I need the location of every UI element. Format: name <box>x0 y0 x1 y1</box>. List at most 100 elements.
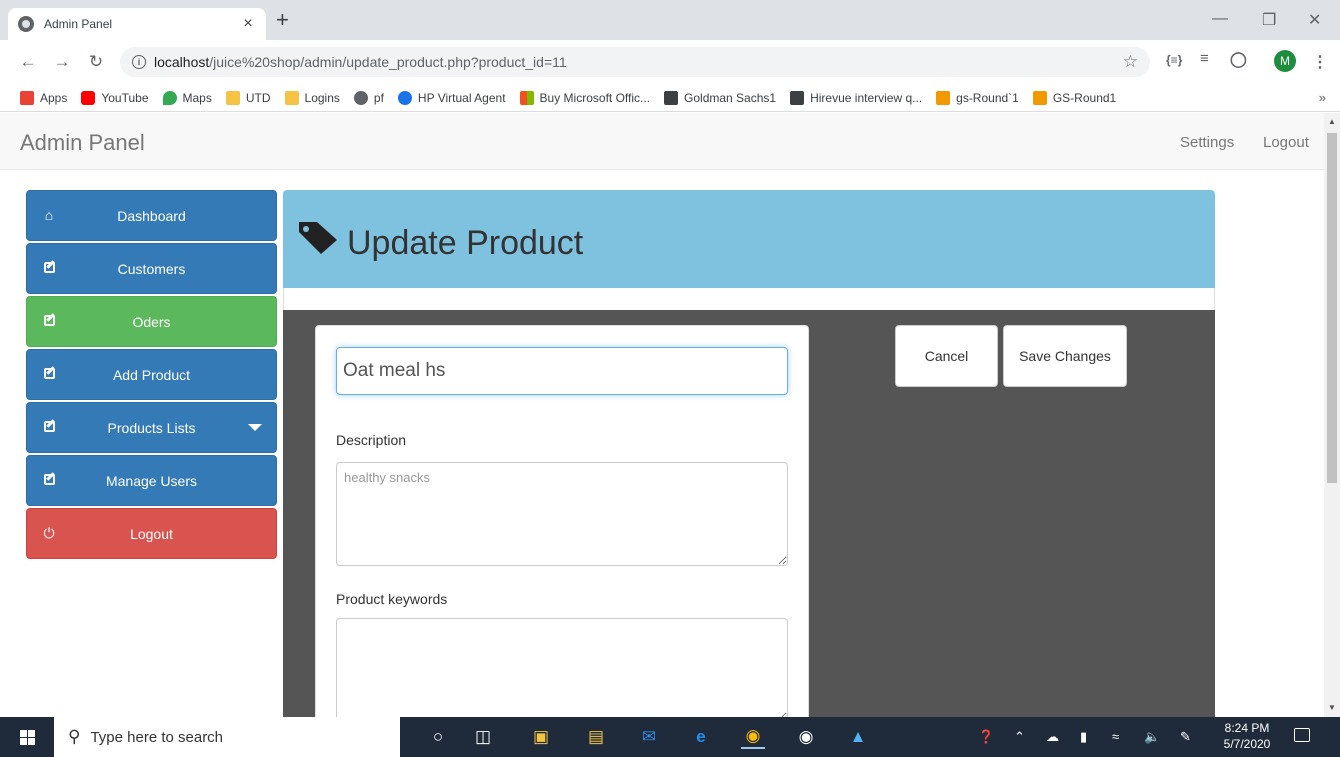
folder-icon <box>225 90 240 105</box>
gs-icon <box>936 90 951 105</box>
forward-arrow-icon[interactable]: → <box>52 52 72 72</box>
window-close-icon[interactable]: ✕ <box>1308 10 1321 30</box>
sidebar-item-dashboard[interactable]: ⌂ Dashboard <box>26 190 277 241</box>
sidebar-item-add-product[interactable]: Add Product <box>26 349 277 400</box>
sidebar-item-customers[interactable]: Customers <box>26 243 277 294</box>
bookmark-goldman-sachs[interactable]: Goldman Sachs1 <box>664 90 776 105</box>
globe-icon <box>18 16 34 32</box>
description-label: Description <box>336 432 407 448</box>
profile-avatar[interactable]: M <box>1274 50 1296 72</box>
app-circle-icon[interactable]: ◉ <box>794 725 818 749</box>
chevron-up-icon[interactable]: ⌃ <box>1014 729 1025 745</box>
caret-down-icon <box>248 424 262 431</box>
nav-settings-link[interactable]: Settings <box>1180 134 1234 151</box>
extension-translate-icon[interactable]: ≡ <box>1200 50 1209 67</box>
bookmark-maps[interactable]: Maps <box>162 90 212 105</box>
hp-agent-icon <box>397 90 412 105</box>
sidebar-item-products-lists[interactable]: Products Lists <box>26 402 277 453</box>
battery-icon[interactable]: ▮ <box>1080 729 1087 745</box>
bookmarks-more-icon[interactable]: » <box>1319 90 1326 105</box>
taskbar-search-placeholder: Type here to search <box>90 728 224 746</box>
description-textarea[interactable] <box>336 462 788 566</box>
pen-icon[interactable]: ✎ <box>1180 729 1191 745</box>
restore-icon[interactable]: ❐ <box>1262 10 1276 30</box>
home-icon: ⌂ <box>44 207 54 223</box>
browser-tabstrip: Admin Panel × + — ❐ ✕ <box>0 0 1340 40</box>
panel-divider <box>283 288 1215 310</box>
browser-menu-icon[interactable]: ⋮ <box>1312 52 1328 72</box>
panel-heading: Update Product <box>283 190 1215 288</box>
tab-close-icon[interactable]: × <box>240 15 256 33</box>
new-tab-button[interactable]: + <box>276 9 289 31</box>
bookmark-star-icon[interactable]: ☆ <box>1123 52 1138 72</box>
browser-toolbar: ← → ↻ i localhost/juice%20shop/admin/upd… <box>0 40 1340 84</box>
microsoft-icon <box>519 90 534 105</box>
globe-icon <box>353 90 368 105</box>
url-host: localhost <box>154 54 210 70</box>
notification-icon[interactable] <box>1294 728 1310 742</box>
keywords-label: Product keywords <box>336 591 448 607</box>
info-icon[interactable]: i <box>132 55 146 69</box>
scroll-up-icon[interactable]: ▲ <box>1328 117 1336 126</box>
panel-body: Description Product keywords Cancel Save… <box>283 310 1215 717</box>
url-path: /juice%20shop/admin/update_product.php?p… <box>209 54 567 70</box>
bookmark-pf[interactable]: pf <box>353 90 384 105</box>
bookmark-logins[interactable]: Logins <box>284 90 340 105</box>
page-scrollbar[interactable]: ▲ ▼ <box>1324 113 1340 717</box>
photos-icon[interactable]: ▲ <box>846 725 870 749</box>
sidebar-item-label: Customers <box>117 260 186 277</box>
scroll-down-icon[interactable]: ▼ <box>1328 703 1336 712</box>
edit-icon <box>41 313 57 329</box>
bookmark-utd[interactable]: UTD <box>225 90 271 105</box>
clock-time: 8:24 PM <box>1224 721 1270 735</box>
bookmark-youtube[interactable]: YouTube <box>81 90 149 105</box>
wifi-icon[interactable]: ≈ <box>1112 729 1119 744</box>
gs-icon <box>1032 90 1047 105</box>
mail-icon[interactable]: ✉ <box>637 725 661 749</box>
chrome-icon[interactable]: ◉ <box>741 725 765 749</box>
start-button[interactable] <box>0 717 54 757</box>
sidebar-item-orders[interactable]: Oders <box>26 296 277 347</box>
browser-tab[interactable]: Admin Panel × <box>8 8 266 40</box>
efc-icon <box>664 90 679 105</box>
apps-grid-icon <box>20 90 34 105</box>
bookmark-hirevue[interactable]: Hirevue interview q... <box>790 90 922 105</box>
taskbar-search-box[interactable]: ⚲ Type here to search <box>54 717 400 757</box>
extension-circle-icon[interactable]: ◯ <box>1230 50 1247 68</box>
save-changes-button[interactable]: Save Changes <box>1003 325 1127 387</box>
product-name-input[interactable] <box>336 347 788 395</box>
cortana-icon[interactable]: ○ <box>426 725 450 749</box>
address-bar[interactable]: i localhost/juice%20shop/admin/update_pr… <box>120 47 1150 77</box>
keywords-textarea[interactable] <box>336 618 788 717</box>
power-icon: ⏻ <box>43 525 55 541</box>
scrollbar-thumb[interactable] <box>1327 133 1337 483</box>
sidebar: ⌂ Dashboard Customers Oders Add Product … <box>26 190 277 561</box>
taskbar-clock[interactable]: 8:24 PM 5/7/2020 <box>1214 720 1280 752</box>
help-icon[interactable]: ❓ <box>978 729 994 745</box>
minimize-icon[interactable]: — <box>1212 10 1228 28</box>
sidebar-item-manage-users[interactable]: Manage Users <box>26 455 277 506</box>
onedrive-icon[interactable]: ☁ <box>1046 729 1059 745</box>
folder-icon <box>284 90 299 105</box>
bookmark-apps[interactable]: Apps <box>20 90 67 105</box>
store-icon[interactable]: ▣ <box>529 725 553 749</box>
edge-icon[interactable]: e <box>689 725 713 749</box>
youtube-icon <box>81 90 96 105</box>
extension-json-icon[interactable]: {≡} <box>1166 53 1182 67</box>
task-view-icon[interactable]: ◫ <box>471 725 495 749</box>
edit-icon <box>41 366 57 382</box>
bookmark-hp-virtual-agent[interactable]: HP Virtual Agent <box>397 90 506 105</box>
volume-icon[interactable]: 🔈 <box>1144 729 1160 745</box>
cancel-button[interactable]: Cancel <box>895 325 998 387</box>
bookmark-gs-round-a[interactable]: gs-Round`1 <box>936 90 1019 105</box>
file-explorer-icon[interactable]: ▤ <box>584 725 608 749</box>
nav-logout-link[interactable]: Logout <box>1263 134 1309 151</box>
top-navbar: Admin Panel Settings Logout <box>0 113 1324 170</box>
reload-icon[interactable]: ↻ <box>86 52 106 72</box>
brand-title[interactable]: Admin Panel <box>20 130 145 156</box>
bookmark-gs-round-b[interactable]: GS-Round1 <box>1032 90 1116 105</box>
bookmark-microsoft-office[interactable]: Buy Microsoft Offic... <box>519 90 650 105</box>
sidebar-item-logout[interactable]: ⏻ Logout <box>26 508 277 559</box>
search-icon: ⚲ <box>68 727 81 746</box>
back-arrow-icon[interactable]: ← <box>18 52 38 72</box>
